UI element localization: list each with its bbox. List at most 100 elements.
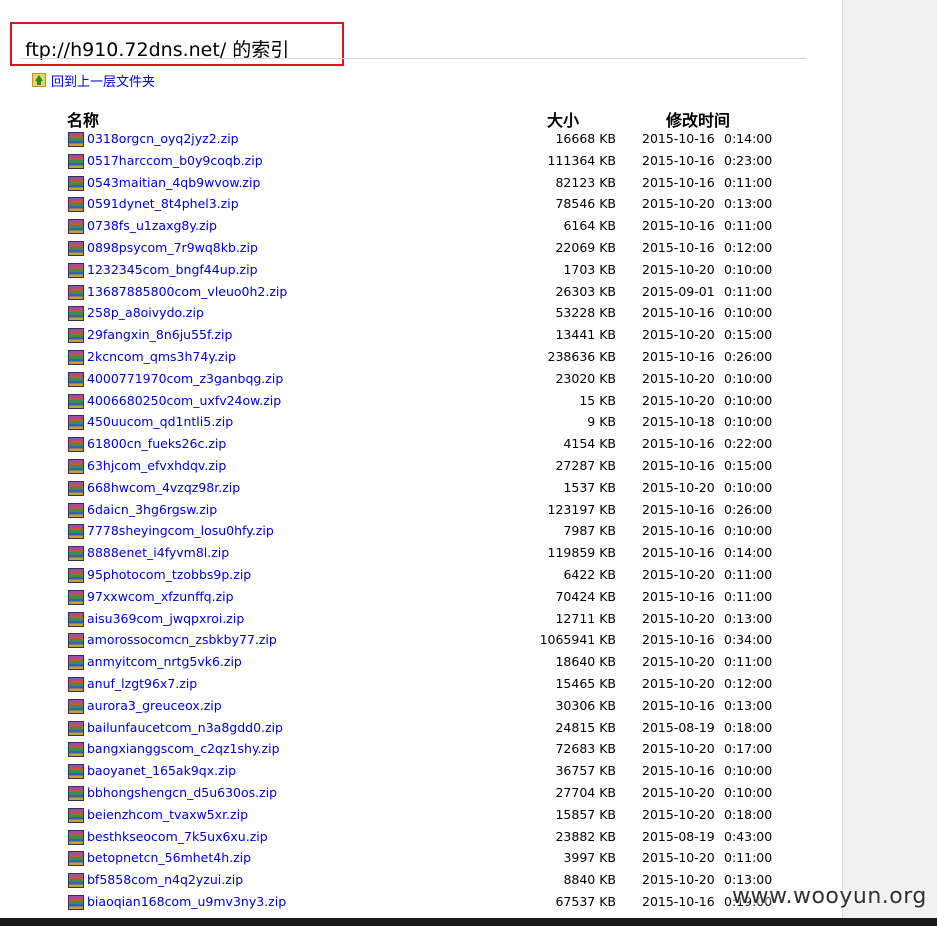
file-link[interactable]: 63hjcom_efvxhdqv.zip: [87, 458, 226, 473]
file-link[interactable]: amorossocomcn_zsbkby77.zip: [87, 632, 277, 647]
zip-archive-icon: [68, 720, 84, 736]
file-date: 2015-10-20: [642, 327, 715, 343]
file-link[interactable]: besthkseocom_7k5ux6xu.zip: [87, 829, 268, 844]
file-date: 2015-10-20: [642, 370, 715, 386]
file-link[interactable]: 258p_a8oivydo.zip: [87, 305, 204, 320]
file-link[interactable]: 6daicn_3hg6rgsw.zip: [87, 502, 217, 517]
file-link[interactable]: 95photocom_tzobbs9p.zip: [87, 567, 251, 582]
zip-archive-icon: [68, 764, 84, 780]
file-link[interactable]: beienzhcom_tvaxw5xr.zip: [87, 807, 248, 822]
file-link[interactable]: 61800cn_fueks26c.zip: [87, 436, 226, 451]
file-link[interactable]: 4000771970com_z3ganbqg.zip: [87, 371, 283, 386]
file-row: 0898psycom_7r9wq8kb.zip 22069 KB 2015-10-1…: [0, 238, 842, 260]
zip-archive-icon: [68, 785, 84, 801]
file-link[interactable]: bbhongshengcn_d5u630os.zip: [87, 785, 277, 800]
file-row: bf5858com_n4q2yzui.zip 8840 KB 2015-10-20 0…: [0, 870, 842, 892]
file-row: biaoqian168com_u9mv3ny3.zip 67537 KB 2015-…: [0, 892, 842, 914]
file-link[interactable]: 2kcncom_qms3h74y.zip: [87, 349, 236, 364]
file-link[interactable]: baoyanet_165ak9qx.zip: [87, 763, 236, 778]
file-row: 6daicn_3hg6rgsw.zip 123197 KB 2015-10-16 0:…: [0, 500, 842, 522]
zip-archive-icon: [68, 589, 84, 605]
zip-archive-icon: [68, 807, 84, 823]
file-date: 2015-10-20: [642, 741, 715, 757]
file-row: anuf_lzgt96x7.zip 15465 KB 2015-10-20 0:12:…: [0, 674, 842, 696]
file-link[interactable]: 7778sheyingcom_losu0hfy.zip: [87, 523, 274, 538]
file-link[interactable]: bf5858com_n4q2yzui.zip: [87, 872, 243, 887]
bottom-bar: [0, 918, 937, 926]
file-size: 67537 KB: [555, 893, 616, 909]
file-link[interactable]: 0591dynet_8t4phel3.zip: [87, 196, 239, 211]
title-divider: [20, 58, 807, 59]
file-row: besthkseocom_7k5ux6xu.zip 23882 KB 2015-08…: [0, 827, 842, 849]
file-link[interactable]: anmyitcom_nrtg5vk6.zip: [87, 654, 242, 669]
file-link[interactable]: aurora3_greuceox.zip: [87, 698, 222, 713]
file-row: 2kcncom_qms3h74y.zip 238636 KB 2015-10-16 0…: [0, 347, 842, 369]
parent-folder-link[interactable]: 回到上一层文件夹: [32, 71, 155, 90]
file-date: 2015-10-20: [642, 479, 715, 495]
file-size: 72683 KB: [555, 741, 616, 757]
file-link[interactable]: 668hwcom_4vzqz98r.zip: [87, 480, 240, 495]
file-link[interactable]: 450uucom_qd1ntli5.zip: [87, 414, 233, 429]
file-size: 82123 KB: [555, 174, 616, 190]
file-date: 2015-10-20: [642, 675, 715, 691]
file-size: 119859 KB: [547, 545, 616, 561]
file-link[interactable]: bailunfaucetcom_n3a8gdd0.zip: [87, 720, 283, 735]
file-row: 1232345com_bngf44up.zip 1703 KB 2015-10-20…: [0, 260, 842, 282]
file-size: 1537 KB: [563, 479, 616, 495]
file-time: 0:11:00: [724, 588, 773, 604]
file-time: 0:26:00: [724, 348, 773, 364]
file-size: 7987 KB: [563, 523, 616, 539]
file-size: 27704 KB: [555, 784, 616, 800]
file-link[interactable]: bangxianggscom_c2qz1shy.zip: [87, 741, 280, 756]
file-list: 0318orgcn_oyq2jyz2.zip 16668 KB 2015-10-16…: [0, 129, 842, 914]
file-link[interactable]: 1232345com_bngf44up.zip: [87, 262, 258, 277]
file-link[interactable]: 0517harccom_b0y9coqb.zip: [87, 153, 263, 168]
file-link[interactable]: 0738fs_u1zaxg8y.zip: [87, 218, 217, 233]
file-size: 22069 KB: [555, 239, 616, 255]
file-link[interactable]: anuf_lzgt96x7.zip: [87, 676, 197, 691]
file-row: 63hjcom_efvxhdqv.zip 27287 KB 2015-10-16 0:…: [0, 456, 842, 478]
file-time: 0:11:00: [724, 174, 773, 190]
file-link[interactable]: 97xxwcom_xfzunffq.zip: [87, 589, 234, 604]
zip-archive-icon: [68, 524, 84, 540]
file-row: 95photocom_tzobbs9p.zip 6422 KB 2015-10-20…: [0, 565, 842, 587]
file-date: 2015-10-16: [642, 588, 715, 604]
file-date: 2015-10-16: [642, 893, 715, 909]
file-link[interactable]: 0318orgcn_oyq2jyz2.zip: [87, 131, 239, 146]
file-link[interactable]: 0898psycom_7r9wq8kb.zip: [87, 240, 258, 255]
file-size: 238636 KB: [547, 348, 616, 364]
file-link[interactable]: 0543maitian_4qb9wvow.zip: [87, 175, 260, 190]
file-size: 26303 KB: [555, 283, 616, 299]
column-header-name[interactable]: 名称: [67, 107, 99, 131]
file-size: 1065941 KB: [539, 632, 616, 648]
file-time: 0:11:00: [724, 218, 773, 234]
file-time: 0:14:00: [724, 545, 773, 561]
file-size: 8840 KB: [563, 872, 616, 888]
file-size: 23882 KB: [555, 828, 616, 844]
file-link[interactable]: aisu369com_jwqpxroi.zip: [87, 611, 244, 626]
file-date: 2015-10-16: [642, 523, 715, 539]
file-link[interactable]: 29fangxin_8n6ju55f.zip: [87, 327, 232, 342]
file-link[interactable]: betopnetcn_56mhet4h.zip: [87, 850, 251, 865]
file-date: 2015-10-20: [642, 610, 715, 626]
file-link[interactable]: biaoqian168com_u9mv3ny3.zip: [87, 894, 286, 909]
zip-archive-icon: [68, 742, 84, 758]
file-time: 0:13:00: [724, 697, 773, 713]
column-header-size[interactable]: 大小: [547, 107, 579, 131]
column-header-modified[interactable]: 修改时间: [666, 107, 730, 131]
file-date: 2015-10-16: [642, 305, 715, 321]
file-link[interactable]: 4006680250com_uxfv24ow.zip: [87, 393, 281, 408]
file-time: 0:15:00: [724, 457, 773, 473]
zip-archive-icon: [68, 458, 84, 474]
file-time: 0:12:00: [724, 239, 773, 255]
file-date: 2015-10-20: [642, 261, 715, 277]
file-date: 2015-10-20: [642, 196, 715, 212]
file-size: 13441 KB: [555, 327, 616, 343]
file-link[interactable]: 8888enet_i4fyvm8l.zip: [87, 545, 229, 560]
file-row: bailunfaucetcom_n3a8gdd0.zip 24815 KB 2015…: [0, 718, 842, 740]
file-time: 0:34:00: [724, 632, 773, 648]
file-size: 6422 KB: [563, 566, 616, 582]
file-date: 2015-10-16: [642, 348, 715, 364]
zip-archive-icon: [68, 306, 84, 322]
file-link[interactable]: 13687885800com_vleuo0h2.zip: [87, 284, 287, 299]
